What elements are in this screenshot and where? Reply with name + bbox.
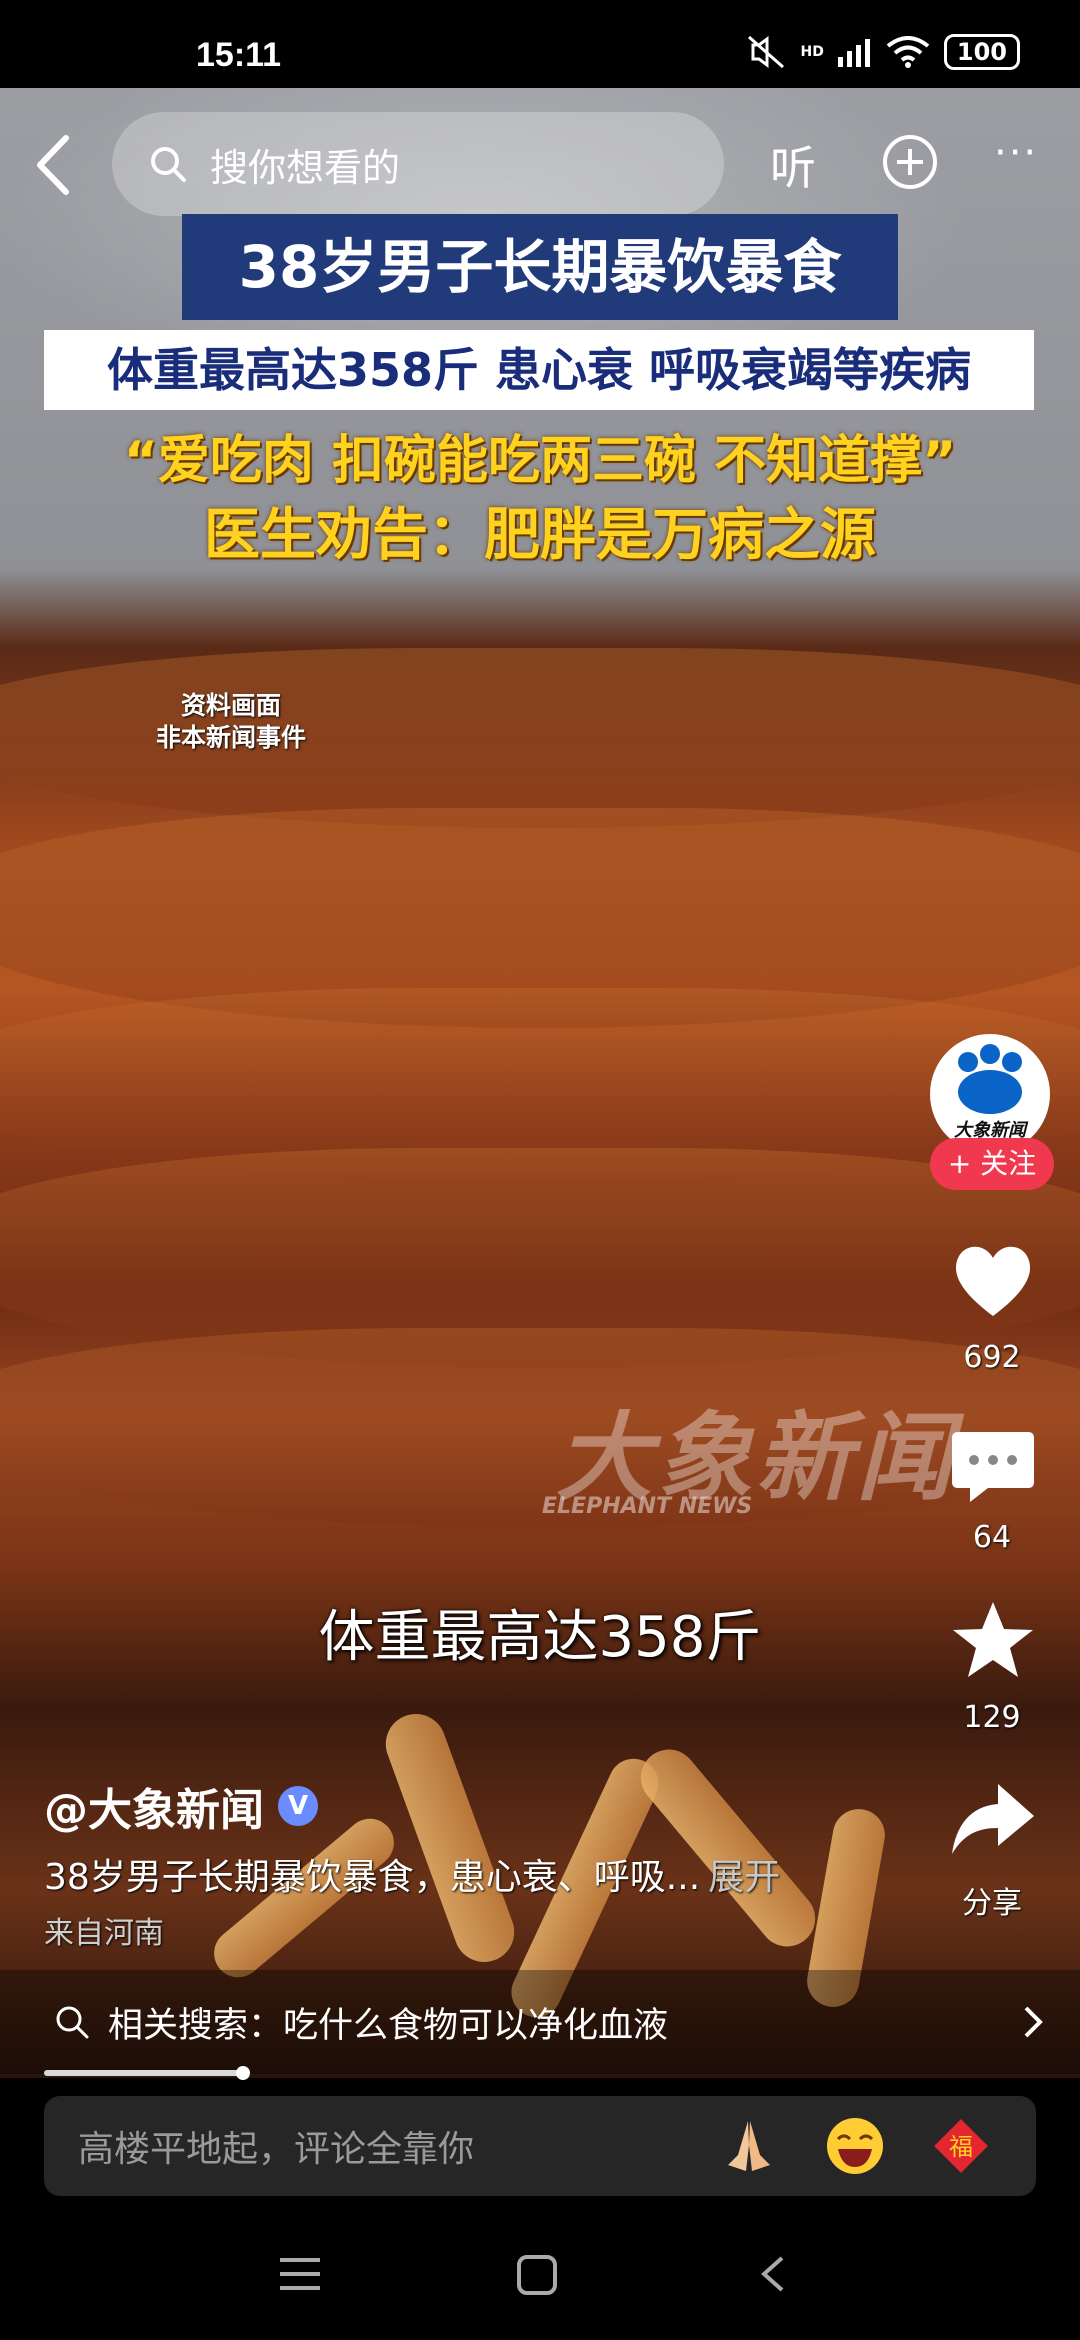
share-label[interactable]: 分享 — [922, 1878, 1062, 1922]
verified-icon: V — [278, 1786, 318, 1826]
comment-input[interactable]: 高楼平地起，评论全靠你 福 — [44, 2096, 1036, 2196]
follow-button[interactable]: + 关注 — [930, 1138, 1054, 1190]
status-icons: HD 100 — [747, 34, 1020, 70]
wifi-icon — [886, 36, 930, 68]
progress-handle[interactable] — [236, 2066, 250, 2080]
system-nav-bar — [0, 2196, 1080, 2340]
related-search-text: 相关搜索：吃什么食物可以净化血液 — [108, 2005, 669, 2046]
share-icon[interactable] — [948, 1774, 1038, 1864]
favorite-count: 129 — [963, 1700, 1021, 1735]
noodle — [377, 1705, 523, 1971]
fortune-emoji-icon[interactable]: 福 — [930, 2115, 992, 2177]
comment-icon[interactable] — [948, 1420, 1038, 1510]
comment-placeholder: 高楼平地起，评论全靠你 — [78, 2129, 475, 2170]
location-label: 来自河南 — [44, 1916, 164, 1951]
chevron-right-icon — [1024, 2006, 1043, 2038]
video-subtitle: 体重最高达358斤 — [318, 1605, 762, 1670]
description-text: 38岁男子长期暴饮暴食，患心衰、呼吸... — [44, 1857, 701, 1898]
back-nav-icon[interactable] — [760, 2254, 786, 2294]
headline-quote: “爱吃肉 扣碗能吃两三碗 不知道撑” — [123, 431, 957, 491]
author-handle[interactable]: @大象新闻 — [44, 1774, 264, 1838]
like-count: 692 — [963, 1340, 1021, 1375]
archive-note-line: 资料画面 — [180, 691, 281, 720]
clock: 15:11 — [196, 36, 282, 74]
headline-subtitle: 体重最高达358斤 患心衰 呼吸衰竭等疾病 — [44, 330, 1034, 410]
search-icon — [151, 147, 186, 182]
related-search-bar[interactable]: 相关搜索：吃什么食物可以净化血液 — [0, 1970, 1080, 2074]
menu-icon[interactable] — [280, 2256, 320, 2292]
archive-note: 资料画面 非本新闻事件 — [126, 690, 336, 754]
star-icon[interactable] — [948, 1596, 1038, 1686]
headline-title: 38岁男子长期暴饮暴食 — [182, 214, 898, 320]
laugh-emoji-icon[interactable] — [824, 2115, 886, 2177]
comment-count: 64 — [972, 1520, 1012, 1555]
listen-button[interactable]: 听 — [770, 132, 816, 198]
signal-icon — [837, 39, 870, 67]
search-placeholder: 搜你想看的 — [210, 145, 401, 190]
watermark-en: ELEPHANT NEWS — [542, 1494, 753, 1519]
search-icon — [56, 2006, 89, 2039]
pray-emoji-icon[interactable] — [718, 2115, 780, 2177]
battery-icon: 100 — [943, 34, 1020, 70]
like-icon[interactable] — [948, 1236, 1038, 1326]
avatar[interactable]: 大象新闻 — [930, 1034, 1050, 1154]
expand-button[interactable]: 展开 — [708, 1857, 780, 1898]
search-input[interactable]: 搜你想看的 — [112, 112, 724, 216]
archive-note-line: 非本新闻事件 — [155, 723, 306, 752]
back-icon[interactable] — [28, 130, 78, 200]
fortune-char: 福 — [949, 2133, 973, 2161]
more-button[interactable]: ··· — [994, 130, 1038, 176]
author-name[interactable]: @大象新闻 V — [44, 1774, 318, 1838]
status-bar: 15:11 HD 100 — [0, 0, 1080, 88]
mute-icon — [747, 35, 784, 69]
headline-advice: 医生劝告：肥胖是万病之源 — [204, 503, 876, 568]
home-icon[interactable] — [516, 2254, 558, 2296]
add-icon[interactable] — [882, 134, 938, 190]
hd-label: HD — [800, 44, 824, 60]
video-progress-bar[interactable] — [44, 2070, 244, 2076]
video-description[interactable]: 38岁男子长期暴饮暴食，患心衰、呼吸... 展开 — [44, 1848, 884, 1900]
